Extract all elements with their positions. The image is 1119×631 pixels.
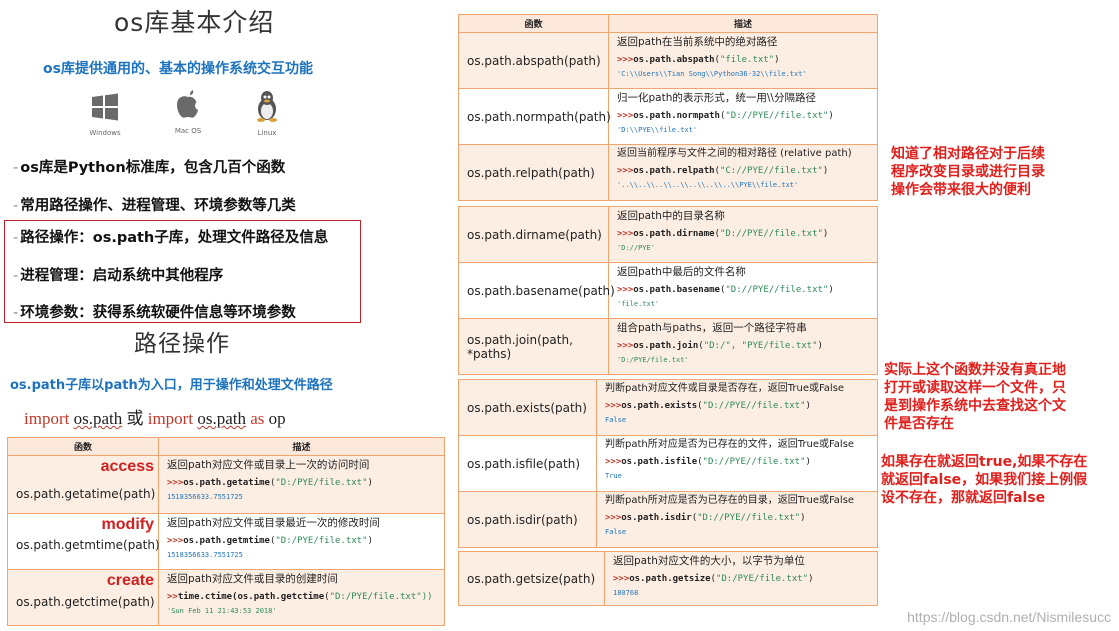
section-subtitle: os.path子库以path为入口，用于操作和处理文件路径 (10, 378, 333, 393)
func-desc: 返回path对应文件的大小，以字节为单位 (613, 555, 805, 567)
access-tag: access (100, 458, 154, 475)
windows-label: Windows (89, 129, 121, 137)
path-functions-table-4: os.path.getsize(path) 返回path对应文件的大小，以字节为… (458, 551, 878, 606)
relpath-note: 知道了相对路径对于后续 程序改变目录或进行目录 操作会带来很大的便利 (891, 146, 1045, 198)
code-example: >>>os.path.getatime("D:/PYE/file.txt") (167, 477, 373, 488)
func-desc: 返回path中的目录名称 (617, 210, 725, 222)
bullet-item: - 路径操作：os.path子库，处理文件路径及信息 (13, 230, 329, 246)
create-tag: create (106, 572, 154, 589)
code-example: >>>os.path.getmtime("D:/PYE/file.txt") (167, 535, 373, 546)
func-desc: 返回path在当前系统中的绝对路径 (617, 36, 778, 48)
windows-icon (92, 93, 118, 121)
apple-icon (176, 90, 198, 118)
table-row: access os.path.getatime(path) 返回path对应文件… (7, 456, 445, 514)
code-output: True (605, 472, 622, 480)
func-desc: 返回path对应文件或目录的创建时间 (167, 573, 338, 585)
table-header: 函数 描述 (458, 14, 878, 33)
modify-tag: modify (101, 516, 154, 533)
code-output: 180768 (613, 588, 639, 597)
section-title: 路径操作 (134, 331, 230, 357)
time-functions-table: 函数 描述 access os.path.getatime(path) 返回pa… (7, 437, 445, 626)
code-example: >>>os.path.isfile("D://PYE//file.txt") (605, 457, 811, 467)
code-output: 'D:\\PYE\\file.txt' (617, 125, 698, 134)
func-desc: 判断path所对应是否为已存在的文件，返回True或False (605, 439, 855, 450)
mac-label: Mac OS (174, 127, 202, 135)
linux-logo: Linux (242, 90, 292, 137)
func-desc: 归一化path的表示形式，统一用\\分隔路径 (617, 92, 816, 104)
table-row: os.path.relpath(path) 返回当前程序与文件之间的相对路径 (… (458, 145, 878, 201)
code-output: False (605, 528, 627, 536)
func-name: os.path.getatime(path) (16, 486, 156, 501)
table-row: create os.path.getctime(path) 返回path对应文件… (7, 570, 445, 626)
func-name: os.path.getsize(path) (459, 552, 605, 605)
code-output: False (605, 416, 627, 424)
code-example: >>time.ctime(os.path.getctime("D:/PYE/fi… (167, 591, 433, 602)
code-output: 'C:\\Users\\Tian Song\\Python36-32\\file… (617, 69, 807, 78)
func-desc: 判断path所对应是否为已存在的目录，返回True或False (605, 495, 855, 506)
code-output: 1518356633.7551725 (167, 492, 243, 501)
exists-note-2: 如果存在就返回true,如果不存在 就返回false，如果我们接上例假 设不存在… (881, 454, 1088, 506)
table-header: 函数 描述 (7, 437, 445, 456)
func-name: os.path.exists(path) (459, 380, 597, 435)
code-example: >>>os.path.isdir("D://PYE//file.txt") (605, 513, 806, 523)
mac-logo: Mac OS (163, 88, 213, 135)
import-line: import os.path 或 import os.path as op (24, 409, 286, 428)
path-functions-table: 函数 描述 os.path.abspath(path) 返回path在当前系统中… (458, 14, 878, 201)
bullet-item: - 环境参数：获得系统软硬件信息等环境参数 (13, 305, 296, 321)
table-row: os.path.isdir(path) 判断path所对应是否为已存在的目录，返… (458, 492, 878, 548)
path-functions-table-3: os.path.exists(path) 判断path对应文件或目录是否存在，返… (458, 379, 878, 548)
windows-logo: Windows (80, 92, 130, 137)
func-desc: 组合path与paths，返回一个路径字符串 (617, 322, 807, 334)
code-output: 'D:/PYE/file.txt' (617, 355, 689, 364)
func-name: os.path.dirname(path) (459, 207, 609, 262)
page-title: os库基本介绍 (114, 8, 275, 37)
table-row: os.path.getsize(path) 返回path对应文件的大小，以字节为… (458, 552, 878, 606)
func-desc: 判断path对应文件或目录是否存在，返回True或False (605, 383, 845, 394)
table-row: os.path.join(path, *paths) 组合path与paths，… (458, 319, 878, 375)
code-output: '..\\..\\..\\..\\..\\..\\..\\PYE\\file.t… (617, 181, 799, 189)
func-name: os.path.isfile(path) (459, 436, 597, 491)
code-example: >>>os.path.basename("D://PYE//file.txt") (617, 284, 834, 295)
table-row: os.path.dirname(path) 返回path中的目录名称 >>>os… (458, 207, 878, 263)
func-name: os.path.isdir(path) (459, 492, 597, 547)
func-desc: 返回当前程序与文件之间的相对路径 (relative path) (617, 148, 852, 159)
bullet-item: - 常用路径操作、进程管理、环境参数等几类 (13, 198, 296, 214)
func-name: os.path.getctime(path) (16, 594, 155, 609)
table-row: os.path.isfile(path) 判断path所对应是否为已存在的文件，… (458, 436, 878, 492)
watermark: https://blog.csdn.net/Nismilesucc (907, 609, 1111, 625)
table-row: modify os.path.getmtime(path) 返回path对应文件… (7, 514, 445, 570)
code-output: 1518356633.7551725 (167, 550, 243, 559)
code-output: 'D://PYE' (617, 243, 655, 252)
code-example: >>>os.path.dirname("D://PYE//file.txt") (617, 228, 829, 239)
linux-label: Linux (257, 129, 277, 137)
path-functions-table-2: os.path.dirname(path) 返回path中的目录名称 >>>os… (458, 206, 878, 375)
func-desc: 返回path对应文件或目录最近一次的修改时间 (167, 517, 380, 529)
left-panel: os库基本介绍 os库提供通用的、基本的操作系统交互功能 Windows Mac… (0, 0, 450, 631)
func-name: os.path.normpath(path) (459, 89, 611, 144)
func-name: os.path.join(path, *paths) (459, 319, 609, 374)
code-example: >>>os.path.normpath("D://PYE//file.txt") (617, 110, 834, 121)
code-example: >>>os.path.abspath("file.txt") (617, 54, 780, 65)
func-name: os.path.basename(path) (459, 263, 615, 318)
os-subtitle: os库提供通用的、基本的操作系统交互功能 (43, 61, 313, 77)
bullet-item: - os库是Python标准库，包含几百个函数 (13, 160, 286, 176)
exists-note: 实际上这个函数并没有真正地 打开或读取这样一个文件，只 是到操作系统中去查找这个… (884, 362, 1066, 432)
func-desc: 返回path对应文件或目录上一次的访问时间 (167, 459, 370, 471)
code-example: >>>os.path.getsize("D:/PYE/file.txt") (613, 573, 814, 584)
func-desc: 返回path中最后的文件名称 (617, 266, 746, 278)
bullet-item: - 进程管理：启动系统中其他程序 (13, 268, 224, 284)
table-row: os.path.abspath(path) 返回path在当前系统中的绝对路径 … (458, 33, 878, 89)
code-output: 'Sun Feb 11 21:43:53 2018' (167, 606, 277, 615)
linux-icon (257, 91, 277, 122)
code-output: 'file.txt' (617, 299, 660, 308)
func-name: os.path.relpath(path) (459, 145, 609, 200)
table-row: os.path.exists(path) 判断path对应文件或目录是否存在，返… (458, 380, 878, 436)
func-name: os.path.abspath(path) (459, 33, 609, 88)
table-row: os.path.normpath(path) 归一化path的表示形式，统一用\… (458, 89, 878, 145)
code-example: >>>os.path.relpath("C://PYE//file.txt") (617, 166, 829, 176)
code-example: >>>os.path.exists("D://PYE//file.txt") (605, 401, 811, 411)
table-row: os.path.basename(path) 返回path中最后的文件名称 >>… (458, 263, 878, 319)
code-example: >>>os.path.join("D:/", "PYE/file.txt") (617, 340, 823, 351)
func-name: os.path.getmtime(path) (16, 537, 160, 552)
